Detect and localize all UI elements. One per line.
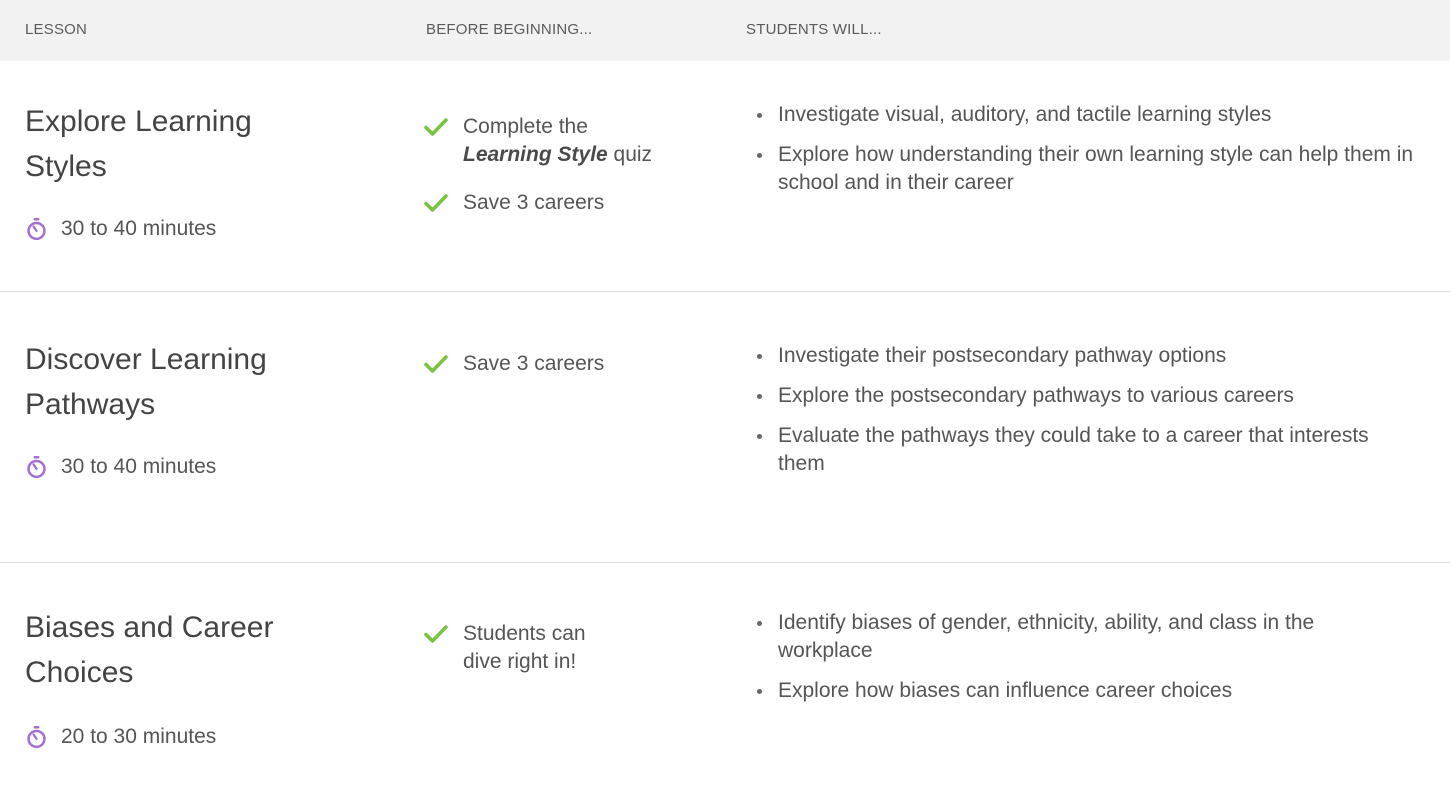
header-students-will: STUDENTS WILL...	[746, 21, 882, 38]
objective-text: Evaluate the pathways they could take to…	[778, 424, 1369, 475]
header-before-beginning: BEFORE BEGINNING...	[426, 21, 593, 38]
stopwatch-icon	[27, 725, 46, 749]
lesson-duration: 20 to 30 minutes	[25, 722, 216, 752]
bullet	[757, 621, 762, 626]
lesson-title[interactable]: Explore Learning Styles	[25, 99, 325, 189]
prerequisite-list: Students can dive right in!	[424, 620, 624, 696]
stopwatch-icon	[27, 217, 46, 241]
objective-text: Explore how biases can influence career …	[778, 679, 1233, 702]
bullet	[757, 354, 762, 359]
prerequisite-text-suffix: quiz	[607, 143, 653, 166]
lesson-duration: 30 to 40 minutes	[25, 452, 216, 482]
objective-list: Investigate visual, auditory, and tactil…	[757, 101, 1437, 209]
objective-list: Investigate their postsecondary pathway …	[757, 342, 1437, 490]
lesson-duration: 30 to 40 minutes	[25, 214, 216, 244]
objective-item: Investigate visual, auditory, and tactil…	[757, 101, 1437, 129]
prerequisite-text: Students can dive right in!	[463, 622, 586, 673]
duration-text: 30 to 40 minutes	[61, 217, 217, 240]
objective-text: Investigate visual, auditory, and tactil…	[778, 103, 1272, 126]
check-icon	[424, 194, 448, 212]
prerequisite-text: Save 3 careers	[463, 191, 605, 214]
objective-text: Identify biases of gender, ethnicity, ab…	[778, 611, 1315, 662]
bullet	[757, 689, 762, 694]
bullet	[757, 394, 762, 399]
check-icon	[424, 625, 448, 643]
prerequisite-list: Save 3 careers	[424, 350, 704, 398]
objective-item: Explore how biases can influence career …	[757, 677, 1437, 705]
stopwatch-icon	[27, 455, 46, 479]
bullet	[757, 113, 762, 118]
quiz-name[interactable]: Learning Style	[463, 143, 608, 166]
lesson-row: Explore Learning Styles 30 to 40 minutes…	[0, 61, 1450, 291]
duration-text: 30 to 40 minutes	[61, 455, 217, 478]
objective-text: Investigate their postsecondary pathway …	[778, 344, 1227, 367]
lesson-row: Discover Learning Pathways 30 to 40 minu…	[0, 292, 1450, 562]
table-header: LESSON BEFORE BEGINNING... STUDENTS WILL…	[0, 0, 1450, 61]
objective-item: Explore the postsecondary pathways to va…	[757, 382, 1437, 410]
objective-item: Identify biases of gender, ethnicity, ab…	[757, 609, 1388, 665]
check-icon	[424, 355, 448, 373]
objective-item: Explore how understanding their own lear…	[757, 141, 1437, 197]
prerequisite-item: Complete the Learning Style quiz	[424, 113, 704, 169]
prerequisite-item: Save 3 careers	[424, 350, 704, 378]
objective-text: Explore the postsecondary pathways to va…	[778, 384, 1294, 407]
lesson-title[interactable]: Discover Learning Pathways	[25, 337, 335, 427]
bullet	[757, 153, 762, 158]
bullet	[757, 434, 762, 439]
objective-item: Evaluate the pathways they could take to…	[757, 422, 1418, 478]
prerequisite-item: Save 3 careers	[424, 189, 704, 217]
lesson-row: Biases and Career Choices 20 to 30 minut…	[0, 563, 1450, 795]
objective-text: Explore how understanding their own lear…	[778, 143, 1414, 194]
check-icon	[424, 118, 448, 136]
prerequisite-list: Complete the Learning Style quiz Save 3 …	[424, 113, 704, 237]
lesson-title[interactable]: Biases and Career Choices	[25, 605, 305, 695]
prerequisite-item: Students can dive right in!	[424, 620, 624, 676]
header-lesson: LESSON	[25, 21, 88, 38]
objective-list: Identify biases of gender, ethnicity, ab…	[757, 609, 1437, 717]
prerequisite-text: Complete the	[463, 115, 588, 138]
prerequisite-text: Save 3 careers	[463, 352, 605, 375]
lesson-table: LESSON BEFORE BEGINNING... STUDENTS WILL…	[0, 0, 1450, 795]
objective-item: Investigate their postsecondary pathway …	[757, 342, 1437, 370]
duration-text: 20 to 30 minutes	[61, 725, 217, 748]
